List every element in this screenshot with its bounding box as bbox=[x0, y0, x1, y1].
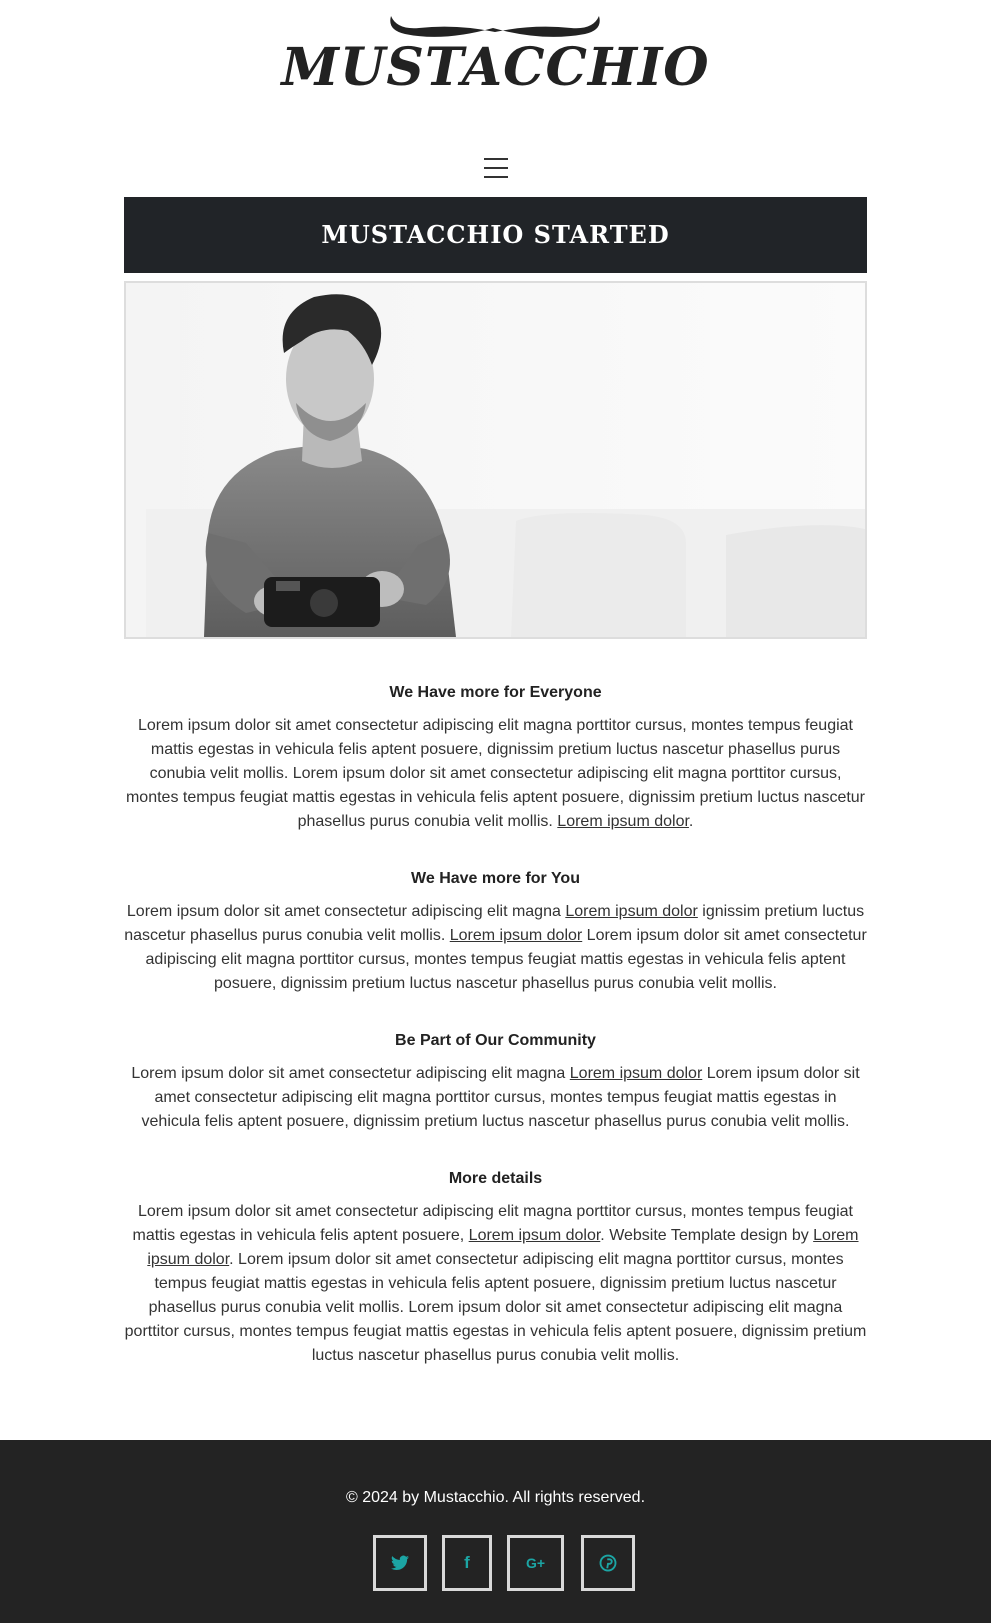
lorem-link[interactable]: Lorem ipsum dolor bbox=[469, 1227, 601, 1244]
footer: © 2024 by Mustacchio. All rights reserve… bbox=[0, 1440, 991, 1623]
section-everyone: We Have more for Everyone Lorem ipsum do… bbox=[124, 682, 867, 834]
section-details: More details Lorem ipsum dolor sit amet … bbox=[124, 1168, 867, 1368]
main-content: We Have more for Everyone Lorem ipsum do… bbox=[124, 682, 867, 1402]
twitter-icon bbox=[391, 1555, 409, 1571]
pinterest-icon bbox=[599, 1554, 617, 1572]
section-heading: We Have more for You bbox=[411, 870, 580, 887]
section-community: Be Part of Our Community Lorem ipsum dol… bbox=[124, 1030, 867, 1134]
hero-photo bbox=[126, 283, 865, 637]
section-text: Lorem ipsum dolor sit amet consectetur a… bbox=[124, 1203, 867, 1364]
site-logo[interactable]: MUSTACCHIO bbox=[0, 0, 991, 110]
lorem-link[interactable]: Lorem ipsum dolor bbox=[565, 903, 698, 920]
section-text: Lorem ipsum dolor sit amet consectetur a… bbox=[131, 1065, 860, 1130]
copyright-text: © 2024 by Mustacchio. All rights reserve… bbox=[345, 1489, 646, 1506]
facebook-glyph: f bbox=[464, 1553, 470, 1572]
section-heading: Be Part of Our Community bbox=[395, 1032, 596, 1049]
hero-image bbox=[124, 281, 867, 639]
section-heading: We Have more for Everyone bbox=[389, 684, 602, 701]
lorem-link[interactable]: Lorem ipsum dolor bbox=[450, 927, 583, 944]
lorem-link[interactable]: Lorem ipsum dolor bbox=[570, 1065, 703, 1082]
google-plus-glyph: G+ bbox=[525, 1555, 546, 1571]
facebook-icon[interactable]: f bbox=[442, 1535, 492, 1591]
lorem-link[interactable]: Lorem ipsum dolor bbox=[557, 813, 689, 830]
brand-name: MUSTACCHIO bbox=[281, 37, 710, 98]
section-heading: More details bbox=[448, 1170, 543, 1187]
section-you: We Have more for You Lorem ipsum dolor s… bbox=[124, 868, 867, 996]
twitter-icon[interactable] bbox=[373, 1535, 427, 1591]
social-links: f G+ bbox=[0, 1535, 991, 1591]
page-title: MUSTACCHIO STARTED bbox=[124, 197, 867, 273]
pinterest-icon[interactable] bbox=[581, 1535, 635, 1591]
hamburger-menu-icon[interactable] bbox=[484, 158, 508, 178]
section-text: Lorem ipsum dolor sit amet consectetur a… bbox=[125, 717, 866, 830]
google-plus-icon[interactable]: G+ bbox=[507, 1535, 564, 1591]
section-text: Lorem ipsum dolor sit amet consectetur a… bbox=[124, 903, 867, 992]
